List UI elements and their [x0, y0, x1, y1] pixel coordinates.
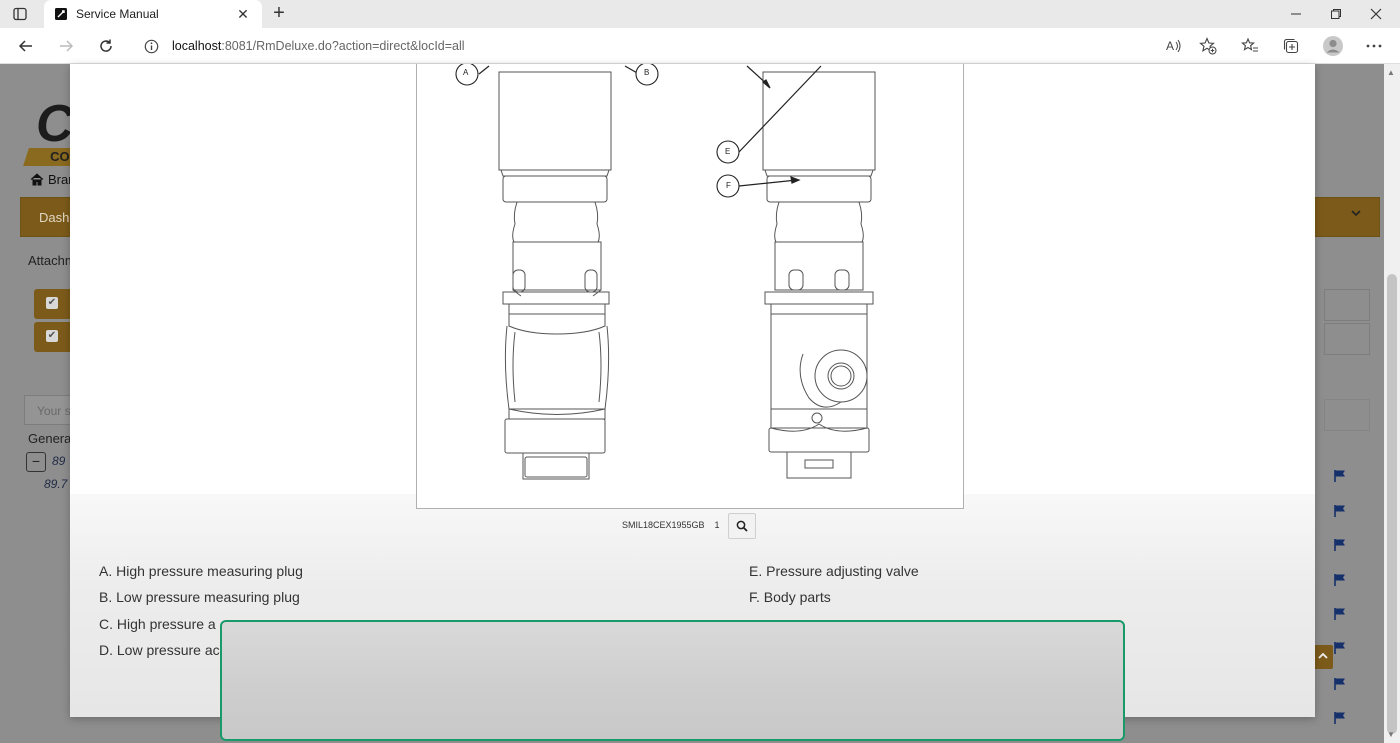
- chevron-down-icon[interactable]: [1343, 206, 1369, 228]
- url-host: localhost: [172, 39, 222, 53]
- url-text: localhost:8081/RmDeluxe.do?action=direct…: [172, 39, 465, 53]
- attachments-label: Attachm: [28, 253, 76, 268]
- checkbox-icon: ✔: [46, 297, 58, 309]
- logo-bar: CO: [23, 148, 77, 166]
- chevron-up-icon: [1318, 652, 1328, 659]
- right-field[interactable]: [1324, 323, 1370, 355]
- page-scrollbar[interactable]: ▲ ▼: [1384, 64, 1400, 743]
- url-path: :8081/RmDeluxe.do?action=direct&locId=al…: [221, 39, 465, 53]
- page-favicon-icon: [55, 8, 67, 20]
- tab-title: Service Manual: [76, 7, 159, 21]
- logo-bar-text: CO: [50, 149, 70, 164]
- scroll-to-top-button[interactable]: [1313, 645, 1333, 669]
- zoom-figure-button[interactable]: [728, 513, 756, 539]
- back-arrow-icon[interactable]: [14, 34, 38, 58]
- valve-diagram: A B E F: [416, 64, 964, 509]
- add-favorite-icon[interactable]: [1195, 34, 1221, 58]
- profile-avatar-icon[interactable]: [1320, 34, 1346, 58]
- tab-actions-icon[interactable]: [8, 4, 32, 24]
- tree-node-value[interactable]: 89: [52, 454, 65, 468]
- figure-page-number: 1: [714, 520, 720, 530]
- read-aloud-icon[interactable]: A: [1161, 34, 1187, 58]
- legend-item-c: C. High pressure a: [99, 616, 216, 632]
- tree-node-value[interactable]: 89.7: [44, 477, 67, 491]
- browser-tab-bar: Service Manual ✕ +: [0, 0, 1400, 28]
- site-info-icon[interactable]: [138, 39, 164, 54]
- collections-icon[interactable]: [1278, 34, 1304, 58]
- general-label: Genera: [28, 431, 72, 446]
- collapse-minus-icon[interactable]: −: [26, 452, 46, 472]
- callout-label-e: E: [725, 147, 731, 156]
- tab-dashboard[interactable]: Dash: [39, 210, 69, 225]
- flag-icon[interactable]: [1333, 469, 1347, 483]
- figure-caption: SMIL18CEX1955GB 1: [622, 520, 720, 530]
- close-window-icon[interactable]: [1356, 0, 1396, 28]
- scroll-down-arrow-icon[interactable]: ▼: [1387, 730, 1395, 739]
- home-icon: [30, 173, 44, 186]
- legend-item-f: F. Body parts: [749, 589, 831, 605]
- callout-label-a: A: [463, 68, 469, 77]
- right-field[interactable]: [1324, 289, 1370, 321]
- browser-tab-service-manual[interactable]: Service Manual ✕: [44, 0, 262, 28]
- brand-logo: C CO: [22, 84, 77, 168]
- legend-item-e: E. Pressure adjusting valve: [749, 563, 919, 579]
- legend-item-d: D. Low pressure ac: [99, 642, 220, 658]
- scroll-up-arrow-icon[interactable]: ▲: [1387, 68, 1395, 77]
- legend-item-b: B. Low pressure measuring plug: [99, 589, 300, 605]
- right-field[interactable]: [1324, 399, 1370, 431]
- figure-code: SMIL18CEX1955GB: [622, 520, 705, 530]
- search-placeholder: Your s: [37, 404, 71, 418]
- flag-icon[interactable]: [1333, 504, 1347, 518]
- browser-toolbar: localhost:8081/RmDeluxe.do?action=direct…: [0, 28, 1400, 64]
- flag-icon[interactable]: [1333, 538, 1347, 552]
- minimize-icon[interactable]: [1276, 0, 1316, 28]
- refresh-icon[interactable]: [94, 34, 118, 58]
- callout-label-f: F: [726, 181, 731, 190]
- flag-icon[interactable]: [1333, 677, 1347, 691]
- restore-icon[interactable]: [1316, 0, 1356, 28]
- legend-item-a: A. High pressure measuring plug: [99, 563, 303, 579]
- breadcrumb[interactable]: Bran: [30, 172, 75, 187]
- magnifier-icon: [736, 520, 748, 532]
- scrollbar-thumb[interactable]: [1387, 274, 1397, 734]
- new-tab-button[interactable]: +: [268, 3, 290, 25]
- overlay-panel[interactable]: [220, 620, 1125, 741]
- diagram-drawing: [455, 64, 876, 480]
- flag-icon[interactable]: [1333, 573, 1347, 587]
- flag-icon[interactable]: [1333, 607, 1347, 621]
- svg-text:A: A: [1166, 39, 1174, 53]
- address-bar[interactable]: localhost:8081/RmDeluxe.do?action=direct…: [138, 32, 1148, 60]
- checkbox-icon: ✔: [46, 330, 58, 342]
- flag-icon[interactable]: [1333, 641, 1347, 655]
- tab-close-icon[interactable]: ✕: [234, 6, 252, 23]
- settings-more-icon[interactable]: [1361, 34, 1387, 58]
- callout-label-b: B: [644, 68, 650, 77]
- flag-icon[interactable]: [1333, 711, 1347, 725]
- logo-letter: C: [36, 95, 74, 153]
- forward-arrow-icon[interactable]: [54, 34, 78, 58]
- favorites-icon[interactable]: [1237, 34, 1263, 58]
